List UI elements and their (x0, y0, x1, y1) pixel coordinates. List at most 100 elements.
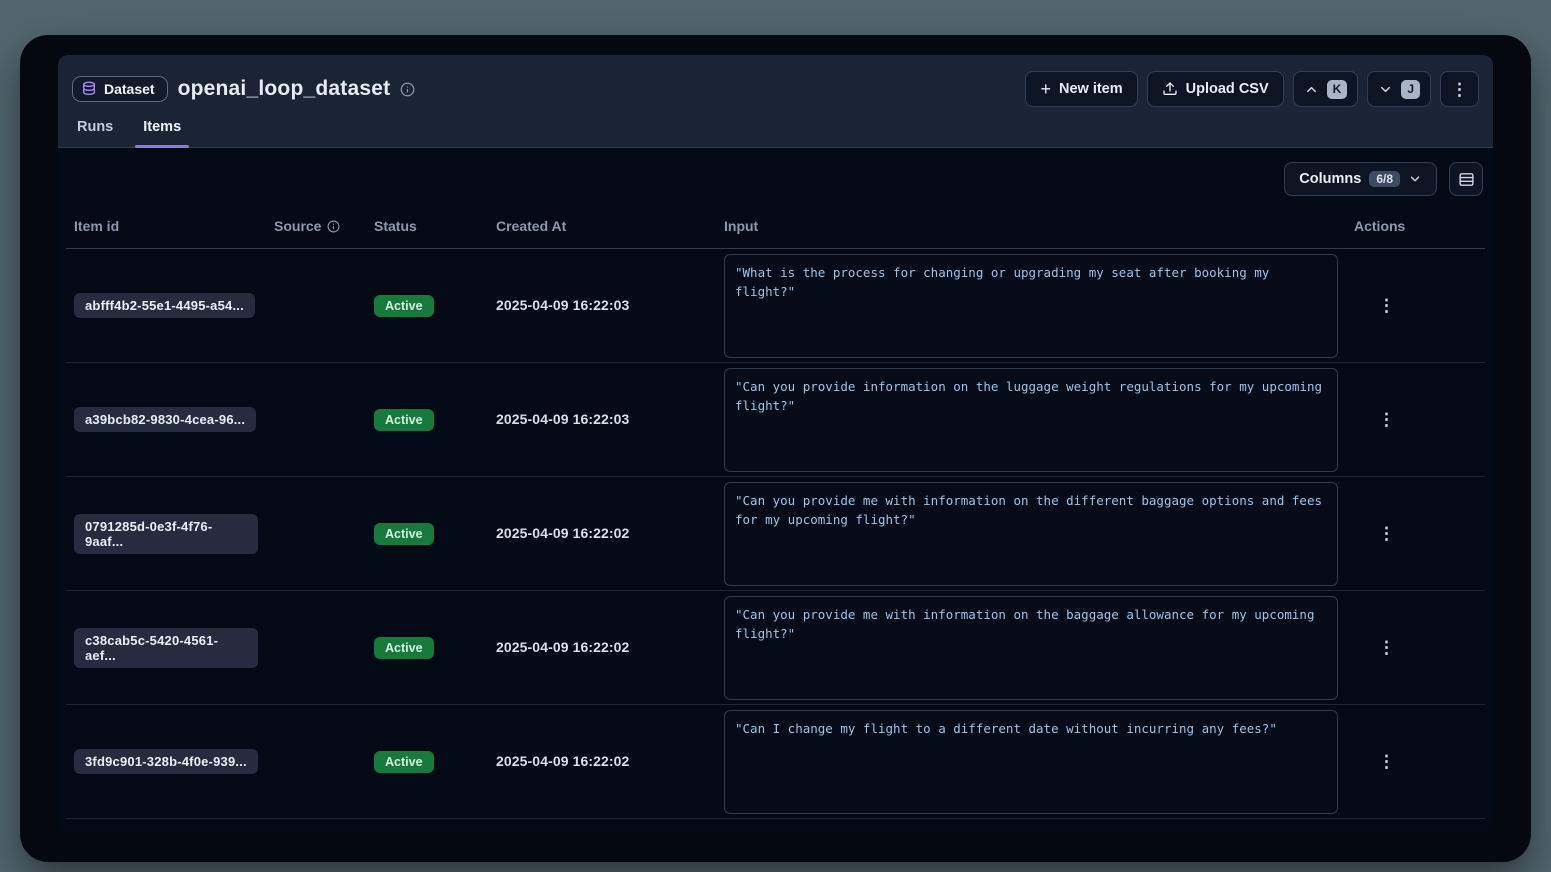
created-at-value: 2025-04-09 16:22:02 (496, 753, 629, 769)
item-id-cell: 0791285d-0e3f-4f76-9aaf... (66, 477, 266, 591)
column-header-input: Input (716, 208, 1346, 249)
plus-icon: + (1040, 80, 1051, 98)
column-header-created-at: Created At (488, 208, 716, 249)
item-id-pill[interactable]: abfff4b2-55e1-4495-a54... (74, 293, 255, 318)
status-cell: Active (366, 249, 488, 363)
items-table: Item id Source (66, 208, 1485, 819)
created-at-cell: 2025-04-09 16:22:03 (488, 363, 716, 477)
input-preview[interactable]: "Can you provide me with information on … (724, 596, 1338, 700)
table-header-row: Item id Source (66, 208, 1485, 249)
row-actions-button[interactable]: ⋮ (1368, 632, 1405, 664)
item-id-cell: abfff4b2-55e1-4495-a54... (66, 249, 266, 363)
source-info-icon[interactable] (327, 220, 340, 233)
status-cell: Active (366, 705, 488, 819)
input-preview[interactable]: "Can you provide me with information on … (724, 482, 1338, 586)
item-id-cell: a39bcb82-9830-4cea-96... (66, 363, 266, 477)
app-window: Dataset openai_loop_dataset + New item (20, 35, 1531, 862)
shortcut-key-k: K (1327, 80, 1348, 99)
input-cell: "Can you provide information on the lugg… (716, 363, 1346, 477)
column-header-status: Status (366, 208, 488, 249)
column-header-source: Source (266, 208, 366, 249)
table-row[interactable]: abfff4b2-55e1-4495-a54... Active 2025-04… (66, 249, 1485, 363)
upload-csv-label: Upload CSV (1186, 81, 1269, 97)
new-item-label: New item (1059, 81, 1123, 97)
status-cell: Active (366, 591, 488, 705)
new-item-button[interactable]: + New item (1025, 71, 1137, 107)
dataset-page: Dataset openai_loop_dataset + New item (58, 55, 1493, 832)
created-at-cell: 2025-04-09 16:22:02 (488, 477, 716, 591)
table-row[interactable]: 0791285d-0e3f-4f76-9aaf... Active 2025-0… (66, 477, 1485, 591)
item-id-pill[interactable]: a39bcb82-9830-4cea-96... (74, 407, 256, 432)
kebab-menu-icon: ⋮ (1378, 638, 1395, 657)
columns-label: Columns (1299, 171, 1361, 187)
next-item-button[interactable]: J (1367, 71, 1431, 107)
created-at-value: 2025-04-09 16:22:03 (496, 297, 629, 313)
header-more-menu-button[interactable]: ⋮ (1440, 71, 1479, 107)
created-at-cell: 2025-04-09 16:22:02 (488, 705, 716, 819)
table-row[interactable]: c38cab5c-5420-4561-aef... Active 2025-04… (66, 591, 1485, 705)
kebab-menu-icon: ⋮ (1378, 524, 1395, 543)
input-preview[interactable]: "Can you provide information on the lugg… (724, 368, 1338, 472)
kebab-menu-icon: ⋮ (1378, 752, 1395, 771)
page-title: openai_loop_dataset (178, 77, 391, 101)
title-group: Dataset openai_loop_dataset (72, 76, 415, 102)
table-body: abfff4b2-55e1-4495-a54... Active 2025-04… (66, 249, 1485, 819)
kebab-menu-icon: ⋮ (1378, 410, 1395, 429)
item-id-pill[interactable]: 3fd9c901-328b-4f0e-939... (74, 749, 258, 774)
source-cell (266, 591, 366, 705)
row-height-button[interactable] (1449, 162, 1483, 196)
actions-cell: ⋮ (1346, 249, 1485, 363)
row-actions-button[interactable]: ⋮ (1368, 746, 1405, 778)
table-toolbar: Columns 6/8 (66, 148, 1485, 208)
created-at-value: 2025-04-09 16:22:02 (496, 525, 629, 541)
previous-item-button[interactable]: K (1293, 71, 1359, 107)
item-id-pill[interactable]: c38cab5c-5420-4561-aef... (74, 628, 258, 668)
tab-bar: Runs Items (72, 119, 1479, 147)
input-cell: "Can I change my flight to a different d… (716, 705, 1346, 819)
tab-items[interactable]: Items (141, 119, 183, 147)
columns-select-button[interactable]: Columns 6/8 (1284, 162, 1437, 196)
status-badge: Active (374, 295, 434, 317)
input-preview[interactable]: "What is the process for changing or upg… (724, 254, 1338, 358)
desktop-background: Dataset openai_loop_dataset + New item (0, 0, 1551, 872)
items-panel: Columns 6/8 (58, 148, 1493, 832)
item-id-pill[interactable]: 0791285d-0e3f-4f76-9aaf... (74, 514, 258, 554)
status-badge: Active (374, 523, 434, 545)
actions-cell: ⋮ (1346, 705, 1485, 819)
created-at-cell: 2025-04-09 16:22:03 (488, 249, 716, 363)
row-actions-button[interactable]: ⋮ (1368, 404, 1405, 436)
tab-runs[interactable]: Runs (75, 119, 115, 147)
created-at-cell: 2025-04-09 16:22:02 (488, 591, 716, 705)
source-cell (266, 705, 366, 819)
status-badge: Active (374, 409, 434, 431)
columns-count-badge: 6/8 (1369, 171, 1400, 187)
status-badge: Active (374, 637, 434, 659)
actions-cell: ⋮ (1346, 477, 1485, 591)
row-actions-button[interactable]: ⋮ (1368, 290, 1405, 322)
header-actions: + New item Upload CSV (1025, 71, 1479, 107)
dataset-info-icon[interactable] (400, 82, 415, 97)
chevron-up-icon (1304, 82, 1319, 97)
source-cell (266, 477, 366, 591)
created-at-value: 2025-04-09 16:22:02 (496, 639, 629, 655)
source-cell (266, 249, 366, 363)
input-preview[interactable]: "Can I change my flight to a different d… (724, 710, 1338, 814)
table-row[interactable]: 3fd9c901-328b-4f0e-939... Active 2025-04… (66, 705, 1485, 819)
page-header: Dataset openai_loop_dataset + New item (58, 55, 1493, 148)
kebab-menu-icon: ⋮ (1378, 296, 1395, 315)
created-at-value: 2025-04-09 16:22:03 (496, 411, 629, 427)
row-actions-button[interactable]: ⋮ (1368, 518, 1405, 550)
kebab-menu-icon: ⋮ (1451, 81, 1468, 98)
upload-icon (1162, 81, 1178, 97)
input-cell: "Can you provide me with information on … (716, 477, 1346, 591)
dataset-type-badge: Dataset (72, 76, 168, 102)
upload-csv-button[interactable]: Upload CSV (1147, 71, 1284, 107)
table-row[interactable]: a39bcb82-9830-4cea-96... Active 2025-04-… (66, 363, 1485, 477)
chevron-down-icon (1408, 172, 1422, 186)
table-rows-icon (1458, 171, 1475, 188)
actions-cell: ⋮ (1346, 591, 1485, 705)
column-header-item-id: Item id (66, 208, 266, 249)
chevron-down-icon (1378, 82, 1393, 97)
status-cell: Active (366, 477, 488, 591)
status-badge: Active (374, 751, 434, 773)
